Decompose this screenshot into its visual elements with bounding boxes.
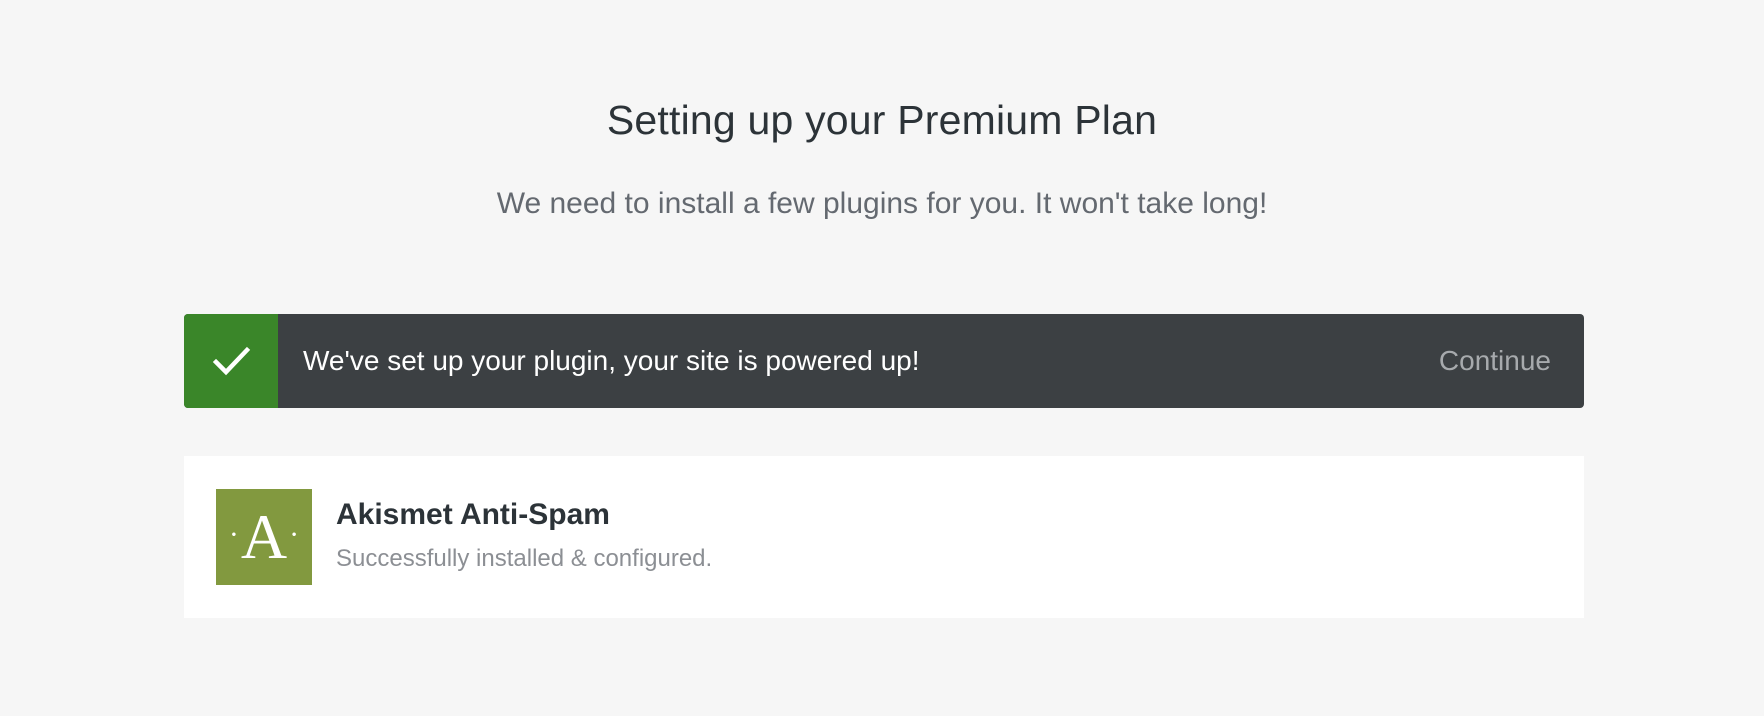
checkmark-icon: [184, 314, 278, 408]
akismet-logo-letter: A: [240, 501, 288, 572]
continue-button[interactable]: Continue: [1433, 344, 1584, 378]
page-title: Setting up your Premium Plan: [606, 97, 1158, 143]
plugin-status: Successfully installed & configured.: [336, 545, 713, 572]
plugin-info: Akismet Anti-Spam Successfully installed…: [336, 498, 713, 574]
akismet-logo-icon: · A ·: [216, 489, 312, 585]
notice-message: We've set up your plugin, your site is p…: [303, 345, 920, 376]
success-notice: We've set up your plugin, your site is p…: [184, 314, 1584, 408]
page-subtitle: We need to install a few plugins for you…: [496, 187, 1268, 220]
plugin-name: Akismet Anti-Spam: [336, 498, 610, 531]
plugin-card-akismet: · A · Akismet Anti-Spam Successfully insta…: [184, 456, 1584, 618]
plugin-setup-page: Setting up your Premium Plan We need to …: [0, 0, 1764, 716]
